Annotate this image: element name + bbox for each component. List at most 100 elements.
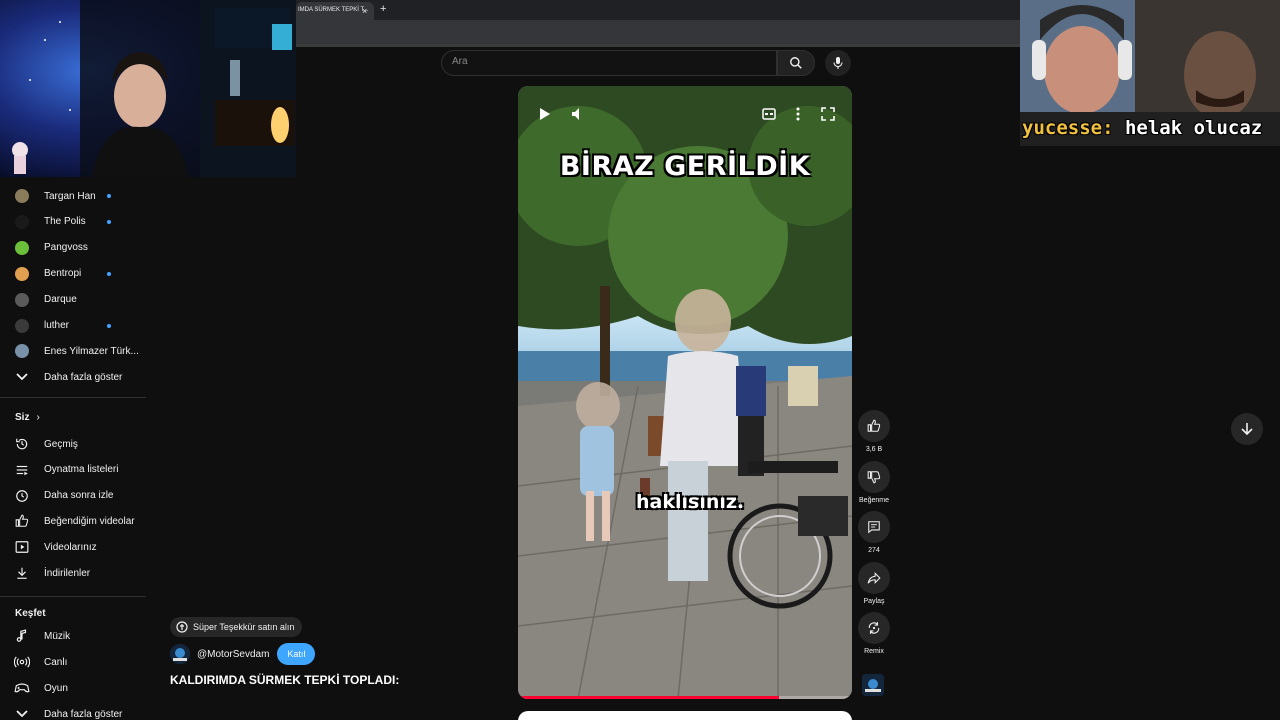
sidebar-item-gaming[interactable]: Oyun [14, 678, 68, 698]
webcam-image [0, 0, 296, 177]
sidebar-item-label: The Polis [44, 216, 86, 228]
you-section-heading[interactable]: Siz › [15, 412, 40, 423]
channel-avatar[interactable] [170, 644, 190, 664]
channel-avatar [14, 318, 30, 334]
play-button[interactable] [534, 104, 554, 124]
browser-tab[interactable]: IMDA SÜRMEK TEPKİ T... × [296, 2, 374, 20]
guest-webcam: yucesse: helak olucaz [1020, 0, 1280, 146]
sidebar-item-label: Daha fazla göster [44, 708, 123, 720]
super-thanks-label: Süper Teşekkür satın alın [193, 622, 295, 632]
sidebar-item-playlist[interactable]: Oynatma listeleri [14, 460, 118, 480]
sidebar-item-clock[interactable]: Daha sonra izle [14, 486, 113, 506]
thumbs-down-icon [867, 471, 881, 484]
live-indicator-dot [107, 194, 111, 198]
browser-tab-strip: IMDA SÜRMEK TEPKİ T... × + [296, 0, 1020, 20]
streamer-webcam [0, 0, 296, 177]
browser-toolbar [296, 20, 1020, 44]
shorts-player[interactable]: BİRAZ GERİLDİK haklısınız. [518, 86, 852, 699]
sidebar-subscription-item[interactable]: Darque [14, 290, 77, 310]
sidebar-item-thumbs-up[interactable]: Beğendiğim videolar [14, 511, 135, 531]
sidebar-item-label: Daha fazla göster [44, 371, 123, 383]
sidebar-item-download[interactable]: İndirilenler [14, 563, 90, 583]
sidebar-item-label: Daha sonra izle [44, 490, 114, 502]
comments-button[interactable] [858, 511, 890, 543]
search-input[interactable] [452, 56, 752, 67]
join-button[interactable]: Katıl [277, 643, 316, 665]
next-short-button[interactable] [1231, 413, 1263, 445]
sidebar-subscription-item[interactable]: Pangvoss [14, 238, 88, 258]
arrow-down-icon [1241, 423, 1253, 436]
super-thanks-icon [176, 621, 188, 633]
sidebar-subscription-item[interactable]: Bentropi [14, 264, 81, 284]
next-short-preview[interactable] [518, 711, 852, 720]
chat-overlay: yucesse: helak olucaz [1022, 117, 1262, 139]
browser-divider [296, 44, 1020, 47]
live-indicator-dot [107, 219, 111, 224]
more-options-button[interactable] [788, 104, 808, 124]
play-icon [540, 108, 550, 120]
voice-search-button[interactable] [825, 50, 851, 76]
thumbs-up-icon [867, 419, 881, 432]
show-more-explore-button[interactable]: Daha fazla göster [14, 704, 122, 720]
fullscreen-button[interactable] [818, 104, 838, 124]
share-icon [867, 572, 881, 584]
volume-muted-icon [572, 108, 579, 120]
like-count: 3,6 B [865, 446, 883, 453]
sidebar-divider [0, 397, 146, 398]
sidebar-subscription-item[interactable]: Targan Han [14, 186, 96, 206]
sidebar-item-live[interactable]: Canlı [14, 652, 67, 672]
sidebar-item-history[interactable]: Geçmiş [14, 434, 78, 454]
live-indicator-dot [107, 323, 111, 328]
playlist-icon [14, 462, 30, 478]
audio-thumbnail-image [862, 674, 884, 696]
dislike-button[interactable] [858, 461, 890, 493]
remix-button[interactable] [858, 612, 890, 644]
search-button[interactable] [777, 50, 815, 76]
show-more-subscriptions-button[interactable]: Daha fazla göster [14, 367, 122, 387]
new-tab-icon[interactable]: + [380, 3, 386, 15]
sidebar-subscription-item[interactable]: The Polis [14, 212, 86, 232]
sidebar-item-music[interactable]: Müzik [14, 626, 70, 646]
chat-username: yucesse: [1022, 117, 1114, 139]
live-icon [14, 654, 30, 670]
explore-section-heading: Keşfet [15, 608, 46, 619]
sidebar-item-label: Darque [44, 294, 77, 306]
sidebar-item-label: Videolarınız [44, 541, 97, 553]
tab-close-icon[interactable]: × [362, 6, 367, 16]
channel-avatar-image [170, 644, 190, 664]
clock-icon [14, 488, 30, 504]
channel-name[interactable]: @MotorSevdam [197, 649, 269, 660]
sidebar-subscription-item[interactable]: luther [14, 316, 69, 336]
remix-icon [868, 622, 880, 634]
share-button[interactable] [858, 562, 890, 594]
video-progress-fill [518, 696, 779, 699]
short-title[interactable]: KALDIRIMDA SÜRMEK TEPKİ TOPLADI: [170, 673, 399, 687]
video-progress-bar[interactable] [518, 696, 852, 699]
sidebar-divider [0, 596, 146, 597]
sidebar-item-label: Canlı [44, 656, 68, 668]
sidebar-item-label: İndirilenler [44, 567, 91, 579]
captions-button[interactable] [759, 104, 779, 124]
chat-message: helak olucaz [1113, 117, 1263, 139]
super-thanks-button[interactable]: Süper Teşekkür satın alın [170, 617, 303, 637]
sidebar-item-label: Enes Yilmazer Türk... [44, 345, 139, 357]
video-caption-subtitle: haklısınız. [636, 491, 745, 513]
audio-source-thumbnail[interactable] [862, 674, 884, 696]
sidebar-item-label: Müzik [44, 630, 71, 642]
mute-button[interactable] [568, 104, 588, 124]
sidebar-subscription-item[interactable]: Enes Yilmazer Türk... [14, 341, 139, 361]
video-icon [14, 539, 30, 555]
sidebar-item-label: Targan Han [44, 190, 96, 202]
sidebar-item-video[interactable]: Videolarınız [14, 537, 97, 557]
sidebar-item-label: Oynatma listeleri [44, 464, 119, 476]
screen: IMDA SÜRMEK TEPKİ T... × + Ara yucesse: … [0, 0, 1280, 720]
sidebar-item-label: Geçmiş [44, 438, 78, 450]
search-box[interactable] [441, 50, 777, 76]
comment-icon [868, 521, 880, 534]
remix-label: Remix [864, 648, 884, 655]
chevron-right-icon: › [36, 412, 40, 423]
like-button[interactable] [858, 410, 890, 442]
channel-avatar [14, 292, 30, 308]
download-icon [14, 565, 30, 581]
sidebar-item-label: Bentropi [44, 268, 82, 280]
